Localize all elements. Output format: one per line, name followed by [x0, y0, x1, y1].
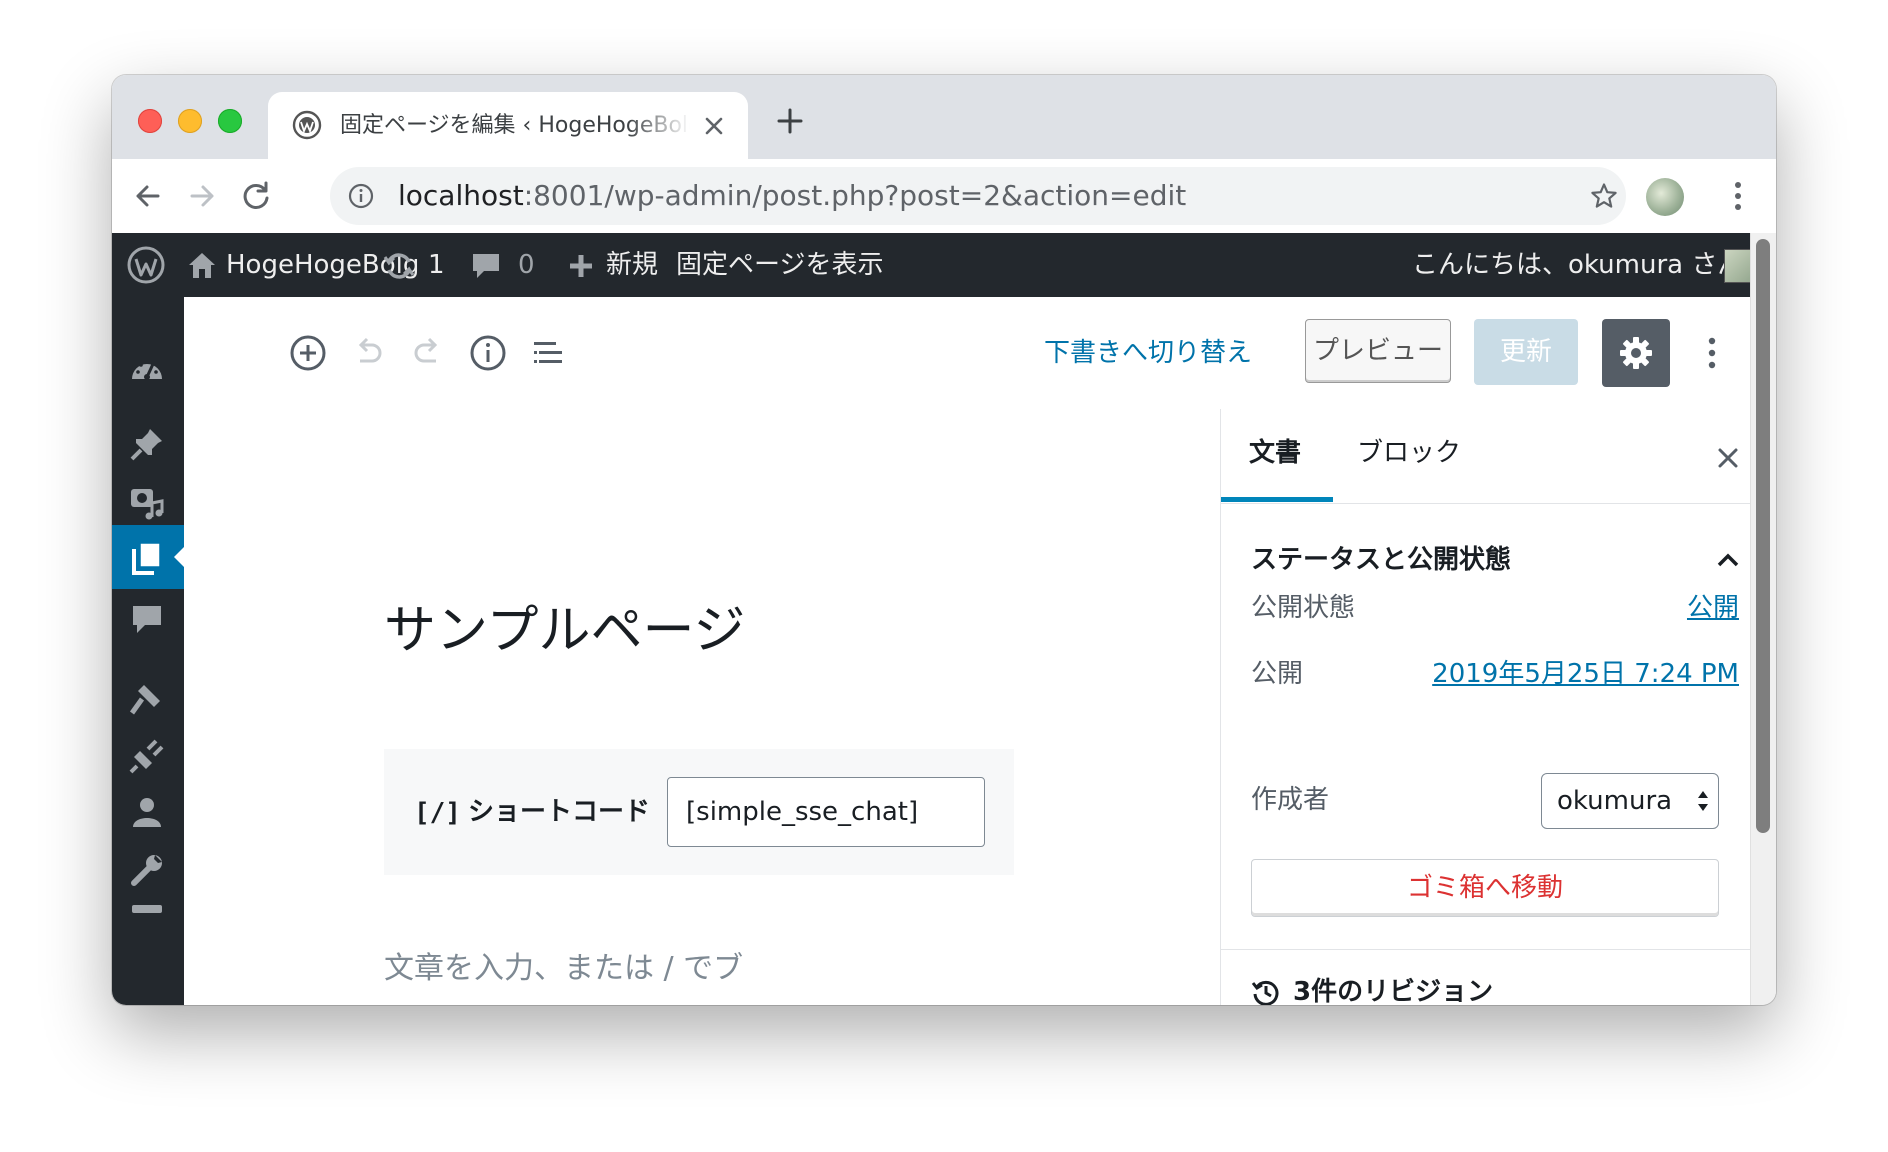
media-icon	[131, 489, 164, 520]
browser-window: 固定ページを編集 ‹ HogeHogeBolg — WordPress	[112, 75, 1776, 1005]
tools-icon	[131, 855, 162, 886]
menu-users[interactable]	[112, 779, 184, 843]
profile-avatar[interactable]	[1646, 178, 1684, 216]
browser-tab-active[interactable]: 固定ページを編集 ‹ HogeHogeBolg — WordPress	[268, 92, 748, 159]
editor-header: 下書きへ切り替え プレビュー 更新	[184, 297, 1776, 410]
author-label: 作成者	[1251, 785, 1330, 815]
tab-block[interactable]: ブロック	[1357, 433, 1461, 473]
browser-menu-icon[interactable]	[1730, 178, 1746, 214]
settings-toggle-button[interactable]	[1602, 319, 1670, 387]
chevron-up-icon[interactable]	[1715, 547, 1741, 573]
address-bar[interactable]: localhost:8001/wp-admin/post.php?post=2&…	[330, 167, 1626, 225]
appearance-icon	[129, 685, 160, 715]
comments-icon	[133, 606, 161, 633]
comments-count[interactable]: 0	[518, 233, 535, 297]
publish-label: 公開	[1251, 659, 1304, 689]
menu-dashboard[interactable]	[112, 337, 184, 401]
more-vertical-icon[interactable]	[1704, 333, 1720, 373]
menu-media[interactable]	[112, 469, 184, 533]
menu-comments[interactable]	[112, 587, 184, 651]
new-content-link[interactable]: 新規	[606, 233, 658, 297]
view-page-link[interactable]: 固定ページを表示	[676, 233, 883, 297]
tab-title: 固定ページを編集 ‹ HogeHogeBolg — WordPress	[340, 113, 690, 138]
select-arrows-icon	[1698, 791, 1708, 811]
preview-button[interactable]: プレビュー	[1305, 319, 1451, 383]
home-icon[interactable]	[186, 249, 218, 281]
bookmark-star-icon[interactable]	[1590, 182, 1618, 210]
url-text[interactable]: localhost:8001/wp-admin/post.php?post=2&…	[398, 167, 1186, 225]
add-block-icon[interactable]	[288, 333, 328, 373]
sidebar-tabs: 文書 ブロック	[1221, 409, 1751, 504]
plugins-icon	[129, 739, 164, 774]
browser-toolbar: localhost:8001/wp-admin/post.php?post=2&…	[112, 159, 1776, 234]
author-select-value: okumura	[1557, 786, 1673, 816]
pages-icon	[132, 542, 161, 575]
menu-posts[interactable]	[112, 411, 184, 475]
switch-to-draft-button[interactable]: 下書きへ切り替え	[1044, 333, 1252, 373]
update-button[interactable]: 更新	[1474, 319, 1578, 385]
wordpress-favicon-icon	[292, 110, 322, 140]
users-icon	[133, 798, 161, 827]
outline-icon[interactable]	[528, 333, 568, 373]
wp-admin-menu	[112, 297, 184, 1005]
wp-admin-bar: HogeHogeBolg 1 0 新規 固定ページを表示 こんにちは、okumu…	[112, 233, 1776, 297]
revisions-link[interactable]: 3件のリビジョン	[1293, 975, 1493, 1005]
visibility-label: 公開状態	[1251, 593, 1356, 623]
forward-icon[interactable]	[184, 178, 220, 214]
plus-icon[interactable]	[568, 253, 594, 279]
info-icon[interactable]	[468, 333, 508, 373]
account-greeting[interactable]: こんにちは、okumura さん	[1412, 233, 1743, 297]
menu-pages[interactable]	[112, 525, 184, 589]
gear-icon	[1620, 337, 1652, 369]
tab-close-icon[interactable]	[702, 114, 726, 138]
wordpress-logo-icon[interactable]	[126, 245, 166, 285]
redo-icon[interactable]	[408, 333, 448, 373]
shortcode-icon: [/]	[414, 798, 461, 828]
tab-strip: 固定ページを編集 ‹ HogeHogeBolg — WordPress	[112, 75, 1776, 159]
comment-icon[interactable]	[470, 251, 502, 281]
editor-canvas: サンプルページ [/] ショートコード [simple_sse_chat] 文章…	[184, 409, 1220, 1005]
pin-icon	[130, 429, 162, 461]
history-icon	[1251, 980, 1279, 1005]
undo-icon[interactable]	[348, 333, 388, 373]
settings-sidebar: 文書 ブロック ステータスと公開状態 公開状態 公開 公開 2019年5月25日…	[1220, 409, 1751, 1005]
post-title[interactable]: サンプルページ	[384, 599, 745, 663]
updates-count[interactable]: 1	[428, 233, 445, 297]
maximize-window-button[interactable]	[218, 109, 242, 133]
section-divider	[1221, 949, 1751, 950]
publish-date-link[interactable]: 2019年5月25日 7:24 PM	[1432, 657, 1739, 691]
settings-icon	[132, 905, 162, 913]
visibility-value-link[interactable]: 公開	[1687, 591, 1739, 625]
shortcode-label: ショートコード	[468, 797, 651, 827]
status-section-title[interactable]: ステータスと公開状態	[1251, 543, 1511, 577]
dashboard-icon	[132, 360, 162, 380]
close-icon[interactable]	[1717, 447, 1739, 469]
tab-document[interactable]: 文書	[1249, 433, 1301, 473]
url-path: :8001/wp-admin/post.php?post=2&action=ed…	[523, 179, 1187, 212]
new-tab-icon[interactable]	[776, 107, 804, 135]
menu-plugins[interactable]	[112, 723, 184, 787]
site-info-icon[interactable]	[348, 183, 374, 209]
menu-tools[interactable]	[112, 837, 184, 901]
page-scrollbar-thumb[interactable]	[1756, 239, 1770, 833]
updates-icon[interactable]	[382, 249, 416, 283]
move-to-trash-button[interactable]: ゴミ箱へ移動	[1251, 859, 1719, 917]
reload-icon[interactable]	[238, 178, 274, 214]
close-window-button[interactable]	[138, 109, 162, 133]
shortcode-input[interactable]: [simple_sse_chat]	[667, 777, 985, 847]
url-host: localhost	[398, 179, 524, 212]
shortcode-block[interactable]: [/] ショートコード [simple_sse_chat]	[384, 749, 1014, 875]
paragraph-placeholder[interactable]: 文章を入力、または / でブ	[384, 949, 743, 989]
author-select[interactable]: okumura	[1541, 773, 1719, 829]
active-tab-indicator	[1221, 497, 1333, 502]
back-icon[interactable]	[130, 178, 166, 214]
menu-appearance[interactable]	[112, 665, 184, 729]
active-menu-arrow	[174, 547, 184, 567]
menu-settings-partial[interactable]	[112, 897, 184, 917]
minimize-window-button[interactable]	[178, 109, 202, 133]
